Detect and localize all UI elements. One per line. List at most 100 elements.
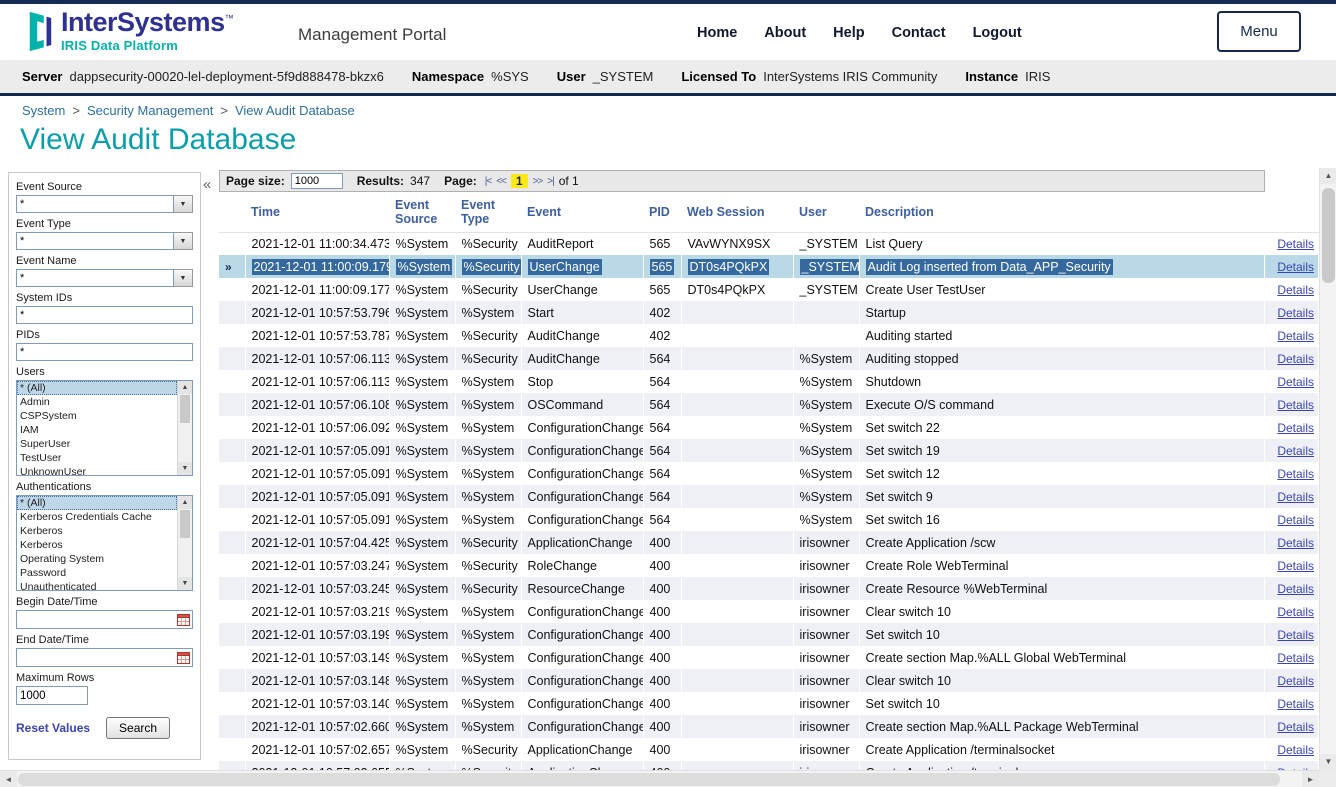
- table-row[interactable]: 2021-12-01 10:57:03.245 %System %Securit…: [219, 577, 1319, 600]
- col-header-event-source[interactable]: Event Source: [389, 195, 455, 232]
- event-type-dropdown-button[interactable]: ▼: [174, 232, 193, 250]
- table-row[interactable]: 2021-12-01 10:57:05.091 %System %System …: [219, 485, 1319, 508]
- scrollbar-thumb[interactable]: [18, 773, 1280, 786]
- table-row[interactable]: 2021-12-01 10:57:53.787 %System %Securit…: [219, 324, 1319, 347]
- col-header-user[interactable]: User: [793, 195, 859, 232]
- users-listbox[interactable]: * (All)AdminCSPSystemIAMSuperUserTestUse…: [16, 380, 193, 476]
- authentications-listbox[interactable]: * (All)Kerberos Credentials CacheKerbero…: [16, 495, 193, 591]
- vertical-scrollbar[interactable]: ▲ ▼: [1319, 168, 1336, 770]
- table-row[interactable]: 2021-12-01 10:57:03.219 %System %System …: [219, 600, 1319, 623]
- users-option[interactable]: CSPSystem: [17, 409, 177, 423]
- table-row[interactable]: 2021-12-01 10:57:02.657 %System %Securit…: [219, 738, 1319, 761]
- end-date-input[interactable]: [16, 648, 193, 667]
- users-option[interactable]: UnknownUser: [17, 465, 177, 475]
- details-link[interactable]: Details: [1277, 628, 1314, 642]
- pager-last-button[interactable]: >|: [547, 176, 553, 187]
- col-header-pid[interactable]: PID: [643, 195, 681, 232]
- details-link[interactable]: Details: [1277, 743, 1314, 757]
- details-link[interactable]: Details: [1277, 536, 1314, 550]
- details-link[interactable]: Details: [1277, 375, 1314, 389]
- pids-input[interactable]: [16, 343, 193, 361]
- table-row[interactable]: 2021-12-01 11:00:34.473 %System %Securit…: [219, 232, 1319, 255]
- details-link[interactable]: Details: [1277, 283, 1314, 297]
- scrollbar-thumb[interactable]: [1322, 188, 1335, 283]
- event-type-input[interactable]: [16, 232, 174, 250]
- details-link[interactable]: Details: [1277, 306, 1314, 320]
- scroll-up-icon[interactable]: ▲: [1320, 168, 1336, 184]
- table-row[interactable]: 2021-12-01 10:57:06.113 %System %Securit…: [219, 347, 1319, 370]
- authentications-option[interactable]: Operating System: [17, 552, 177, 566]
- pager-prev-button[interactable]: <<: [496, 176, 506, 187]
- table-row[interactable]: 2021-12-01 10:57:02.660 %System %System …: [219, 715, 1319, 738]
- details-link[interactable]: Details: [1277, 352, 1314, 366]
- details-link[interactable]: Details: [1277, 605, 1314, 619]
- calendar-icon[interactable]: [177, 613, 190, 626]
- search-button[interactable]: Search: [106, 717, 170, 739]
- table-row[interactable]: 2021-12-01 10:57:03.199 %System %System …: [219, 623, 1319, 646]
- users-option[interactable]: TestUser: [17, 451, 177, 465]
- details-link[interactable]: Details: [1277, 260, 1314, 274]
- table-row[interactable]: 2021-12-01 10:57:05.091 %System %System …: [219, 439, 1319, 462]
- details-link[interactable]: Details: [1277, 444, 1314, 458]
- pager-next-button[interactable]: >>: [533, 176, 543, 187]
- event-source-dropdown-button[interactable]: ▼: [174, 195, 193, 213]
- details-link[interactable]: Details: [1277, 582, 1314, 596]
- details-link[interactable]: Details: [1277, 559, 1314, 573]
- event-name-input[interactable]: [16, 269, 174, 287]
- details-link[interactable]: Details: [1277, 467, 1314, 481]
- details-link[interactable]: Details: [1277, 513, 1314, 527]
- details-link[interactable]: Details: [1277, 651, 1314, 665]
- authentications-listbox-scrollbar[interactable]: ▲ ▼: [177, 496, 192, 590]
- authentications-option[interactable]: Kerberos: [17, 524, 177, 538]
- scroll-left-icon[interactable]: ◄: [0, 771, 17, 787]
- users-option[interactable]: * (All): [17, 381, 177, 395]
- nav-about[interactable]: About: [764, 25, 806, 41]
- pager-first-button[interactable]: |<: [485, 176, 491, 187]
- scroll-down-icon[interactable]: ▼: [1320, 754, 1336, 770]
- menu-button[interactable]: Menu: [1217, 11, 1301, 52]
- nav-logout[interactable]: Logout: [973, 25, 1022, 41]
- table-row[interactable]: 2021-12-01 10:57:05.091 %System %System …: [219, 462, 1319, 485]
- details-link[interactable]: Details: [1277, 697, 1314, 711]
- col-header-event-type[interactable]: Event Type: [455, 195, 521, 232]
- col-header-web-session[interactable]: Web Session: [681, 195, 793, 232]
- details-link[interactable]: Details: [1277, 329, 1314, 343]
- max-rows-input[interactable]: [16, 686, 88, 705]
- scrollbar-thumb[interactable]: [180, 395, 190, 423]
- users-option[interactable]: Admin: [17, 395, 177, 409]
- table-row[interactable]: 2021-12-01 10:57:03.140 %System %System …: [219, 692, 1319, 715]
- details-link[interactable]: Details: [1277, 237, 1314, 251]
- table-row[interactable]: 2021-12-01 10:57:53.796 %System %System …: [219, 301, 1319, 324]
- table-row[interactable]: 2021-12-01 10:57:05.091 %System %System …: [219, 508, 1319, 531]
- scroll-down-icon[interactable]: ▼: [178, 577, 192, 590]
- details-link[interactable]: Details: [1277, 398, 1314, 412]
- table-row[interactable]: 2021-12-01 10:57:04.425 %System %Securit…: [219, 531, 1319, 554]
- details-link[interactable]: Details: [1277, 720, 1314, 734]
- scroll-down-icon[interactable]: ▼: [178, 462, 192, 475]
- table-row[interactable]: 2021-12-01 10:57:03.149 %System %System …: [219, 646, 1319, 669]
- col-header-event[interactable]: Event: [521, 195, 643, 232]
- breadcrumb-view-audit-database[interactable]: View Audit Database: [235, 103, 355, 118]
- users-option[interactable]: IAM: [17, 423, 177, 437]
- nav-home[interactable]: Home: [697, 25, 737, 41]
- authentications-option[interactable]: Password: [17, 566, 177, 580]
- col-header-time[interactable]: Time: [245, 195, 389, 232]
- event-name-dropdown-button[interactable]: ▼: [174, 269, 193, 287]
- page-size-input[interactable]: [291, 173, 343, 189]
- details-link[interactable]: Details: [1277, 490, 1314, 504]
- system-ids-input[interactable]: [16, 306, 193, 324]
- table-row[interactable]: 2021-12-01 10:57:06.113 %System %System …: [219, 370, 1319, 393]
- nav-contact[interactable]: Contact: [892, 25, 946, 41]
- breadcrumb-system[interactable]: System: [22, 103, 65, 118]
- nav-help[interactable]: Help: [833, 25, 864, 41]
- calendar-icon[interactable]: [177, 651, 190, 664]
- event-source-input[interactable]: [16, 195, 174, 213]
- reset-values-link[interactable]: Reset Values: [16, 721, 90, 735]
- scroll-right-icon[interactable]: ►: [1302, 771, 1319, 787]
- sidebar-collapse-icon[interactable]: «: [203, 176, 211, 193]
- col-header-description[interactable]: Description: [859, 195, 1265, 232]
- pager-current-page[interactable]: 1: [511, 174, 528, 188]
- horizontal-scrollbar[interactable]: ◄ ►: [0, 770, 1319, 787]
- breadcrumb-security-management[interactable]: Security Management: [87, 103, 213, 118]
- users-option[interactable]: SuperUser: [17, 437, 177, 451]
